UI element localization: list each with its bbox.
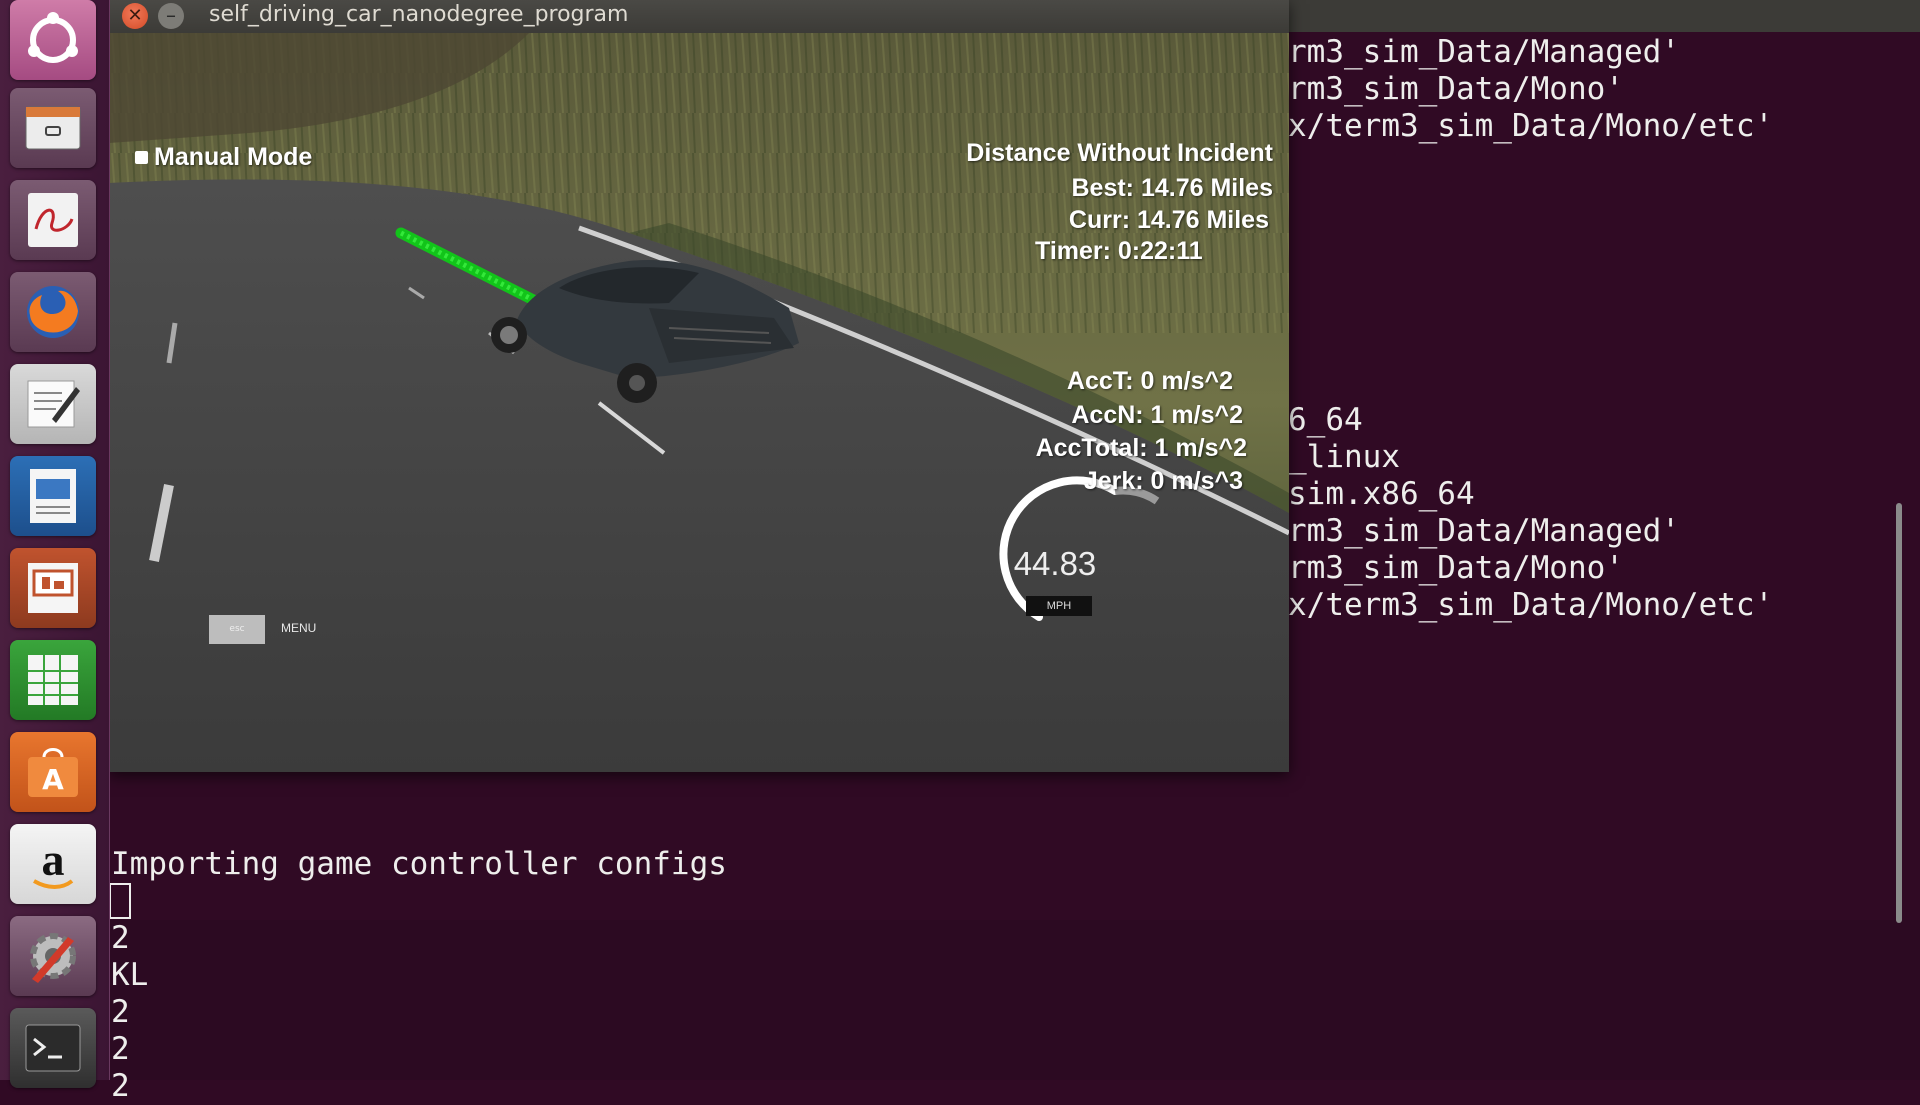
window-title: self_driving_car_nanodegree_program: [209, 2, 629, 27]
files-icon[interactable]: [10, 88, 96, 168]
terminal-line: x/term3_sim_Data/Mono/etc': [1288, 587, 1774, 623]
mode-indicator: [135, 151, 148, 164]
acc-total: AccTotal: 1 m/s^2: [1035, 434, 1247, 462]
terminal-cursor: [109, 883, 131, 919]
terminal-import-line: Importing game controller configs: [111, 846, 727, 882]
terminal-line: rm3_sim_Data/Mono': [1288, 550, 1624, 586]
menu-label: MENU: [281, 621, 317, 635]
terminal-line: KL: [111, 957, 149, 993]
terminal-line: 2: [111, 994, 130, 1030]
best-distance: Best: 14.76 Miles: [1071, 174, 1274, 202]
document-viewer-icon[interactable]: [10, 180, 96, 260]
mode-label: Manual Mode: [154, 143, 313, 171]
terminal-line: 2: [111, 1031, 130, 1067]
simulator-scene: Manual Mode Distance Without Incident Be…: [109, 33, 1289, 772]
ubuntu-dash-icon[interactable]: [10, 0, 96, 80]
svg-text:a: a: [42, 834, 65, 885]
launcher: A a: [0, 0, 110, 1088]
terminal-line: rm3_sim_Data/Mono': [1288, 71, 1624, 107]
distance-heading: Distance Without Incident: [966, 139, 1273, 167]
terminal-line: sim.x86_64: [1288, 476, 1475, 512]
libreoffice-writer-icon[interactable]: [10, 456, 96, 536]
terminal-line: rm3_sim_Data/Managed': [1288, 34, 1680, 70]
terminal-line: x/term3_sim_Data/Mono/etc': [1288, 108, 1774, 144]
terminal-icon[interactable]: [10, 1008, 96, 1088]
terminal-line: 2: [111, 1068, 130, 1104]
acc-t: AccT: 0 m/s^2: [1066, 367, 1233, 395]
firefox-icon[interactable]: [10, 272, 96, 352]
svg-text:A: A: [42, 763, 64, 796]
close-button[interactable]: ✕: [122, 3, 148, 29]
terminal-line: rm3_sim_Data/Managed': [1288, 513, 1680, 549]
esc-button[interactable]: esc: [209, 615, 265, 644]
terminal-scrollbar[interactable]: [1896, 503, 1902, 923]
system-settings-icon[interactable]: [10, 916, 96, 996]
speed-value: 44.83: [1013, 545, 1097, 582]
timer: Timer: 0:22:11: [1035, 237, 1203, 265]
amazon-icon[interactable]: a: [10, 824, 96, 904]
terminal-line: 2: [111, 920, 130, 956]
text-editor-icon[interactable]: [10, 364, 96, 444]
current-distance: Curr: 14.76 Miles: [1068, 206, 1269, 234]
libreoffice-calc-icon[interactable]: [10, 640, 96, 720]
terminal-output-area: 2 KL 2 2 2: [109, 920, 1920, 1104]
terminal-line: _linux: [1288, 439, 1400, 475]
minimize-button[interactable]: –: [158, 3, 184, 29]
simulator-window[interactable]: ✕ – self_driving_car_nanodegree_program: [109, 0, 1289, 772]
acc-n: AccN: 1 m/s^2: [1071, 401, 1243, 429]
libreoffice-impress-icon[interactable]: [10, 548, 96, 628]
software-center-icon[interactable]: A: [10, 732, 96, 812]
speed-unit: MPH: [1026, 596, 1092, 616]
jerk: Jerk: 0 m/s^3: [1083, 467, 1243, 495]
simulator-titlebar[interactable]: ✕ – self_driving_car_nanodegree_program: [109, 0, 1289, 33]
terminal-line: 6_64: [1288, 402, 1363, 438]
